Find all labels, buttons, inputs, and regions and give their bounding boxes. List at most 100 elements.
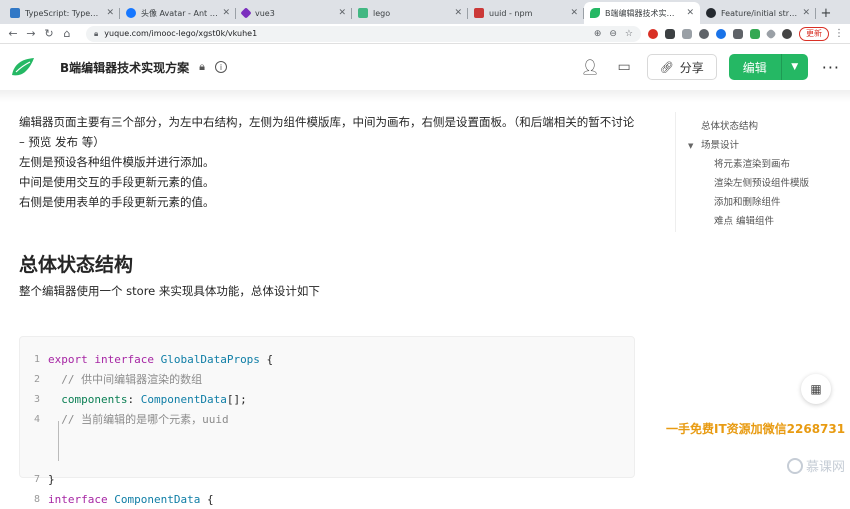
new-tab-icon[interactable]: + [816, 2, 836, 24]
npm-favicon-icon [474, 8, 484, 18]
watermark-text: 一手免费IT资源加微信2268731 [666, 422, 846, 436]
install-icon[interactable]: ⊕ [594, 29, 602, 39]
brand-watermark: 慕课网 [787, 456, 845, 475]
tab-title: lego [373, 8, 391, 18]
profile-avatar[interactable] [782, 28, 792, 39]
lock-icon: 🔒︎ [199, 60, 206, 73]
close-icon[interactable]: ✕ [106, 8, 114, 18]
add-collaborator-icon[interactable]: 👤︎ [580, 58, 599, 76]
browser-menu-icon[interactable]: ⋮ [834, 28, 844, 39]
toc-item-label: 场景设计 [701, 140, 740, 151]
yuque-logo-icon[interactable] [10, 55, 38, 79]
browser-tab[interactable]: uuid - npm ✕ [468, 2, 584, 24]
line-number: 2 [33, 373, 40, 385]
url-text: yuque.com/imooc-lego/xgst0k/vkuhe1 [104, 29, 258, 38]
code-line: 1 export interface GlobalDataProps { [20, 349, 634, 369]
close-icon[interactable]: ✕ [338, 8, 346, 18]
text-cursor [58, 421, 59, 461]
more-icon[interactable]: ··· [822, 58, 840, 77]
line-number: 3 [33, 393, 40, 405]
code-block[interactable]: 1 export interface GlobalDataProps { 2 /… [19, 336, 635, 506]
reload-icon[interactable]: ↻ [42, 27, 56, 40]
bookmark-star-icon[interactable]: ☆ [625, 29, 633, 39]
line-number: 7 [33, 473, 40, 485]
line-number: 8 [33, 493, 40, 505]
doc-body: 编辑器页面主要有三个部分，为左中右结构，左侧为组件模版库，中间为画布，右侧是设置… [19, 112, 639, 301]
github-favicon-icon [706, 8, 716, 18]
close-icon[interactable]: ✕ [802, 8, 810, 18]
line-number: 1 [33, 353, 40, 365]
browser-tab[interactable]: lego ✕ [352, 2, 468, 24]
extension-icon[interactable] [665, 28, 675, 39]
extension-icon[interactable] [716, 28, 726, 39]
vue-favicon-icon [358, 8, 368, 18]
toc-item[interactable]: ▼ 场景设计 [672, 136, 842, 155]
zoom-icon[interactable]: ⊖ [609, 29, 617, 39]
close-icon[interactable]: ✕ [222, 8, 230, 18]
paragraph: 左侧是预设各种组件模版并进行添加。 [19, 155, 215, 169]
section-heading: 总体状态结构 [19, 254, 134, 276]
chevron-down-icon[interactable]: ▼ [782, 62, 808, 72]
tab-title: vue3 [255, 8, 275, 18]
close-icon[interactable]: ✕ [570, 8, 578, 18]
browser-tab[interactable]: 头像 Avatar - Ant Desi ✕ [120, 2, 236, 24]
extension-icon[interactable] [750, 28, 760, 39]
browser-tab-strip: TypeScript: Typed Jav ✕ 头像 Avatar - Ant … [0, 0, 850, 24]
close-icon[interactable]: ✕ [454, 8, 462, 18]
update-button[interactable]: 更新 [799, 26, 829, 41]
close-icon[interactable]: ✕ [686, 8, 694, 18]
code-line: 4 // 当前编辑的是哪个元素，uuid [20, 409, 634, 429]
address-bar[interactable]: 🔒︎ yuque.com/imooc-lego/xgst0k/vkuhe1 ⊕ … [86, 25, 641, 42]
doc-title: B端编辑器技术实现方案 [60, 60, 190, 75]
header-divider [0, 90, 850, 102]
tab-title: 头像 Avatar - Ant Desi [141, 8, 218, 18]
brand-logo-icon [787, 457, 803, 474]
code-line: 3 components: ComponentData[]; [20, 389, 634, 409]
paragraph: 整个编辑器使用一个 store 来实现具体功能，总体设计如下 [19, 284, 320, 298]
yuque-favicon-icon [590, 8, 600, 18]
share-label: 分享 [679, 60, 704, 75]
toc-item[interactable]: 将元素渲染到画布 [672, 155, 842, 174]
code-line: 7 } [20, 469, 634, 489]
tab-title: uuid - npm [489, 8, 533, 18]
extension-icon[interactable] [733, 28, 743, 39]
browser-tab[interactable]: Feature/initial structur ✕ [700, 2, 816, 24]
forward-icon[interactable]: → [24, 27, 38, 40]
home-icon[interactable]: ⌂ [60, 27, 74, 40]
browser-tab[interactable]: vue3 ✕ [236, 2, 352, 24]
browser-tab[interactable]: TypeScript: Typed Jav ✕ [4, 2, 120, 24]
toc-item[interactable]: 渲染左侧预设组件模版 [672, 174, 842, 193]
info-icon[interactable]: i [215, 61, 228, 73]
line-number: 4 [33, 413, 40, 425]
extension-icon[interactable] [648, 28, 658, 39]
share-button[interactable]: 🔗︎ 分享 [646, 54, 717, 80]
present-icon[interactable]: ▭ [618, 59, 631, 75]
toc-item[interactable]: 难点 编辑组件 [672, 212, 842, 231]
browser-tab-active[interactable]: B端编辑器技术实现方案 ✕ [584, 2, 700, 24]
vue3-favicon-icon [240, 7, 252, 19]
paragraph: 中间是使用交互的手段更新元素的值。 [19, 175, 215, 189]
caret-down-icon[interactable]: ▼ [688, 137, 701, 156]
edit-button-group: 编辑 ▼ [728, 54, 808, 80]
brand-text: 慕课网 [806, 460, 846, 475]
extension-icon[interactable] [699, 28, 709, 39]
typescript-favicon-icon [10, 8, 20, 18]
tab-title: B端编辑器技术实现方案 [605, 8, 683, 18]
ant-design-favicon-icon [126, 8, 136, 18]
tab-title: TypeScript: Typed Jav [25, 8, 103, 18]
tab-title: Feature/initial structur [721, 8, 799, 18]
browser-toolbar: ← → ↻ ⌂ 🔒︎ yuque.com/imooc-lego/xgst0k/v… [0, 24, 850, 44]
code-line: 8 interface ComponentData { [20, 489, 634, 509]
table-of-contents: 总体状态结构 ▼ 场景设计 将元素渲染到画布 渲染左侧预设组件模版 添加和删除组件… [672, 117, 842, 231]
qr-code-icon[interactable]: ▦ [801, 374, 831, 404]
back-icon[interactable]: ← [6, 27, 20, 40]
toc-item[interactable]: 总体状态结构 [672, 117, 842, 136]
extension-icon[interactable] [682, 28, 692, 39]
toc-item[interactable]: 添加和删除组件 [672, 193, 842, 212]
extensions-puzzle-icon[interactable] [765, 27, 777, 40]
edit-button[interactable]: 编辑 [729, 54, 782, 80]
paragraph: 右侧是使用表单的手段更新元素的值。 [19, 195, 215, 209]
doc-header: B端编辑器技术实现方案 🔒︎ i 👤︎ ▭ 🔗︎ 分享 编辑 ▼ ··· [0, 44, 850, 90]
